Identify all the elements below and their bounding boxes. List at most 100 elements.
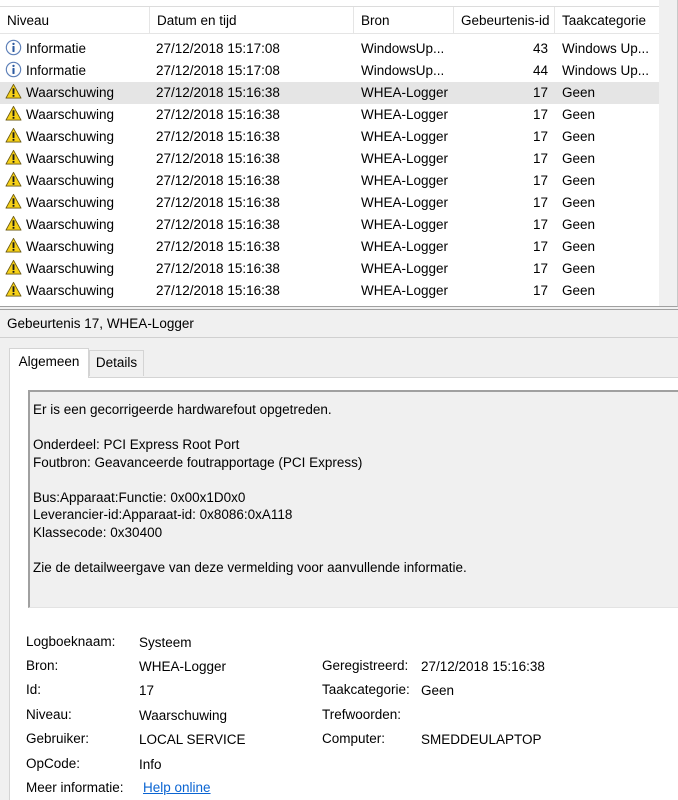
event-row[interactable]: Waarschuwing 27/12/2018 15:16:38 WHEA-Logg…	[0, 192, 660, 214]
row-gebeurtenis-id: 17	[458, 82, 548, 104]
event-row[interactable]: Waarschuwing 27/12/2018 15:16:38 WHEA-Logg…	[0, 280, 660, 302]
row-taakcategorie-text: Geen	[562, 85, 596, 100]
warning-icon	[5, 127, 22, 144]
event-row[interactable]: Waarschuwing 27/12/2018 15:16:38 WHEA-Logg…	[0, 82, 660, 104]
event-row[interactable]: Informatie 27/12/2018 15:17:08 WindowsUp..…	[0, 60, 660, 82]
row-datum-text: 27/12/2018 15:16:38	[156, 283, 280, 298]
row-taakcategorie-text: Geen	[562, 129, 596, 144]
column-header-taakcategorie[interactable]: Taakcategorie	[555, 7, 660, 33]
row-taakcategorie-text: Geen	[562, 217, 596, 232]
row-gebeurtenis-id: 17	[458, 192, 548, 214]
warning-icon	[5, 259, 22, 276]
row-gebeurtenis-id: 17	[458, 280, 548, 302]
event-row[interactable]: Waarschuwing 27/12/2018 15:16:38 WHEA-Logg…	[0, 170, 660, 192]
row-niveau-text: Waarschuwing	[26, 151, 115, 166]
row-bron-text: WHEA-Logger	[361, 239, 449, 254]
row-taakcategorie: Geen	[562, 148, 660, 170]
tab-details[interactable]: Details	[89, 350, 144, 376]
gebruiker-label: Gebruiker:	[26, 731, 90, 746]
row-niveau-text: Waarschuwing	[26, 195, 115, 210]
row-taakcategorie: Geen	[562, 104, 660, 126]
list-scrollbar[interactable]	[659, 0, 677, 306]
row-bron: WHEA-Logger	[361, 280, 453, 302]
tab-general[interactable]: Algemeen	[9, 348, 89, 378]
row-niveau: Waarschuwing	[5, 192, 150, 214]
taakcategorie-label: Taakcategorie:	[322, 682, 410, 697]
taakcategorie-value: Geen	[421, 683, 455, 698]
row-gebeurtenis-id-text: 17	[532, 173, 548, 188]
row-datum-text: 27/12/2018 15:16:38	[156, 129, 280, 144]
event-row[interactable]: Informatie 27/12/2018 15:17:08 WindowsUp..…	[0, 38, 660, 60]
row-bron: WHEA-Logger	[361, 192, 453, 214]
description-line: Onderdeel: PCI Express Root Port	[33, 437, 240, 452]
event-row[interactable]: Waarschuwing 27/12/2018 15:16:38 WHEA-Logg…	[0, 214, 660, 236]
row-bron-text: WHEA-Logger	[361, 129, 449, 144]
row-bron-text: WHEA-Logger	[361, 151, 449, 166]
row-datum-text: 27/12/2018 15:16:38	[156, 239, 280, 254]
row-gebeurtenis-id: 17	[458, 104, 548, 126]
trefwoorden-label: Trefwoorden:	[322, 707, 402, 722]
event-row[interactable]: Waarschuwing 27/12/2018 15:16:38 WHEA-Logg…	[0, 148, 660, 170]
event-detail-title: Gebeurtenis 17, WHEA-Logger	[0, 310, 678, 338]
description-line: Er is een gecorrigeerde hardwarefout opg…	[33, 402, 332, 417]
row-taakcategorie: Windows Up...	[562, 60, 660, 82]
row-datum: 27/12/2018 15:16:38	[156, 192, 351, 214]
row-datum: 27/12/2018 15:17:08	[156, 38, 351, 60]
row-niveau: Waarschuwing	[5, 280, 150, 302]
id-label: Id:	[26, 682, 42, 697]
warning-icon	[5, 215, 22, 232]
warning-icon	[5, 237, 22, 254]
row-taakcategorie: Geen	[562, 192, 660, 214]
row-datum-text: 27/12/2018 15:16:38	[156, 107, 280, 122]
row-taakcategorie: Geen	[562, 82, 660, 104]
row-taakcategorie: Geen	[562, 214, 660, 236]
geregistreerd-value: 27/12/2018 15:16:38	[421, 659, 545, 674]
row-datum-text: 27/12/2018 15:16:38	[156, 85, 280, 100]
row-niveau: Waarschuwing	[5, 170, 150, 192]
event-list[interactable]: Niveau Datum en tijd Bron Gebeurtenis-id…	[0, 0, 678, 307]
row-taakcategorie-text: Geen	[562, 195, 596, 210]
row-niveau-text: Waarschuwing	[26, 261, 115, 276]
row-gebeurtenis-id-text: 17	[532, 195, 548, 210]
row-gebeurtenis-id: 17	[458, 170, 548, 192]
column-header-niveau[interactable]: Niveau	[0, 7, 150, 33]
row-bron: WHEA-Logger	[361, 126, 453, 148]
row-taakcategorie-text: Geen	[562, 151, 596, 166]
niveau-label: Niveau:	[26, 707, 72, 722]
row-taakcategorie: Geen	[562, 280, 660, 302]
row-niveau-text: Waarschuwing	[26, 283, 115, 298]
event-description[interactable]: Er is een gecorrigeerde hardwarefout opg…	[28, 390, 678, 608]
row-taakcategorie: Geen	[562, 236, 660, 258]
row-bron-text: WHEA-Logger	[361, 283, 449, 298]
warning-icon	[5, 193, 22, 210]
column-header-bron[interactable]: Bron	[354, 7, 454, 33]
event-row[interactable]: Waarschuwing 27/12/2018 15:16:38 WHEA-Logg…	[0, 236, 660, 258]
warning-icon	[5, 149, 22, 166]
row-taakcategorie-text: Geen	[562, 283, 596, 298]
row-bron-text: WHEA-Logger	[361, 261, 449, 276]
row-taakcategorie: Windows Up...	[562, 38, 660, 60]
event-list-header: Niveau Datum en tijd Bron Gebeurtenis-id…	[0, 6, 677, 34]
warning-icon	[5, 281, 22, 298]
row-datum: 27/12/2018 15:16:38	[156, 258, 351, 280]
row-taakcategorie: Geen	[562, 170, 660, 192]
row-datum: 27/12/2018 15:16:38	[156, 236, 351, 258]
column-header-gebeurtenis-id[interactable]: Gebeurtenis-id	[454, 7, 555, 33]
bron-value: WHEA-Logger	[139, 659, 227, 674]
help-online-link[interactable]: Help online	[143, 780, 211, 795]
column-header-datum[interactable]: Datum en tijd	[150, 7, 354, 33]
row-datum-text: 27/12/2018 15:16:38	[156, 217, 280, 232]
row-niveau: Waarschuwing	[5, 148, 150, 170]
row-gebeurtenis-id-text: 17	[532, 217, 548, 232]
row-niveau: Waarschuwing	[5, 214, 150, 236]
event-row[interactable]: Waarschuwing 27/12/2018 15:16:38 WHEA-Logg…	[0, 104, 660, 126]
row-datum: 27/12/2018 15:16:38	[156, 126, 351, 148]
event-row[interactable]: Waarschuwing 27/12/2018 15:16:38 WHEA-Logg…	[0, 126, 660, 148]
description-line: Klassecode: 0x30400	[33, 524, 163, 540]
row-datum: 27/12/2018 15:16:38	[156, 82, 351, 104]
info-icon	[5, 61, 22, 78]
row-niveau: Informatie	[5, 60, 150, 82]
opcode-label: OpCode:	[26, 756, 81, 771]
event-row[interactable]: Waarschuwing 27/12/2018 15:16:38 WHEA-Logg…	[0, 258, 660, 280]
row-taakcategorie: Geen	[562, 258, 660, 280]
